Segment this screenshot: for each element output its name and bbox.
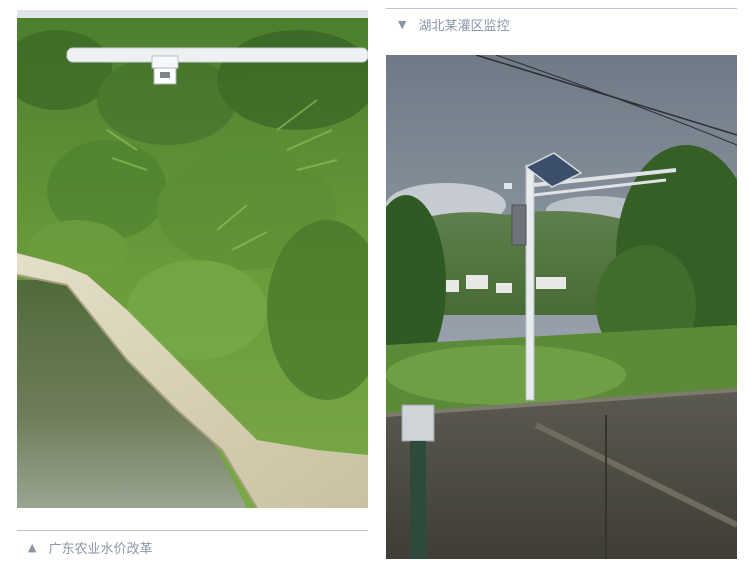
right-photo-caption: ▼ 湖北某灌区监控 xyxy=(398,15,509,34)
left-caption-text: 广东农业水价改革 xyxy=(48,542,153,557)
left-caption-divider xyxy=(17,530,368,531)
right-photo-monitoring-station xyxy=(386,55,737,559)
right-caption-divider xyxy=(386,8,737,9)
left-photo-canal xyxy=(17,10,368,508)
left-photo-caption: ▲ 广东农业水价改革 xyxy=(28,538,152,557)
caption-down-triangle-icon: ▼ xyxy=(398,18,407,31)
right-caption-text: 湖北某灌区监控 xyxy=(418,19,510,34)
caption-up-triangle-icon: ▲ xyxy=(28,541,37,554)
